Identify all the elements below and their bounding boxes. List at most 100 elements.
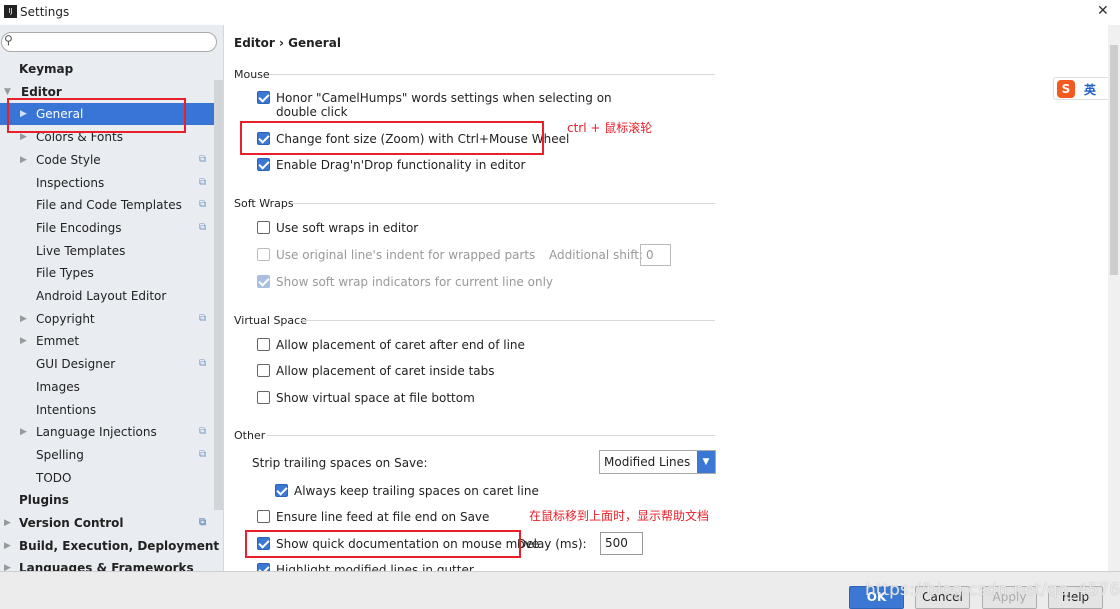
chevron-right-icon[interactable]: ▶	[20, 330, 27, 352]
sidebar-item-label: Plugins	[19, 493, 69, 508]
breadcrumb-separator: ›	[279, 36, 284, 50]
divider	[301, 320, 715, 321]
chevron-right-icon[interactable]: ▶	[20, 308, 27, 330]
title-bar: IJ Settings ✕	[0, 0, 1120, 25]
checkbox-label: Show soft wrap indicators for current li…	[276, 275, 554, 289]
annotation-box-zoom	[240, 121, 544, 155]
breadcrumb-parent[interactable]: Editor	[234, 36, 275, 50]
chevron-right-icon[interactable]: ▶	[4, 512, 11, 534]
delay-input[interactable]: 500	[600, 532, 643, 555]
search-input[interactable]	[18, 34, 208, 50]
search-field[interactable]: ⚲	[1, 32, 217, 52]
caret-inside-tabs-checkbox[interactable]: Allow placement of caret inside tabs	[257, 364, 495, 378]
checkbox-label: Use original line's indent for wrapped p…	[276, 248, 536, 262]
checkbox-box[interactable]	[257, 221, 270, 234]
sidebar-item-label: Version Control	[19, 516, 124, 530]
original-indent-checkbox[interactable]: Use original line's indent for wrapped p…	[257, 248, 535, 262]
sidebar-item-file-types[interactable]: File Types	[0, 262, 214, 284]
delay-label: Delay (ms):	[517, 537, 587, 551]
window-title: Settings	[20, 5, 70, 19]
sidebar-item-live-templates[interactable]: Live Templates	[0, 240, 214, 262]
sidebar-item-label: Inspections	[36, 175, 105, 190]
additional-shift-label: Additional shift:	[549, 248, 644, 262]
chevron-right-icon[interactable]: ▶	[4, 535, 11, 557]
project-settings-icon: ⧉	[199, 221, 207, 233]
checkbox-label: double click	[276, 105, 348, 119]
sidebar-item-label: Emmet	[36, 334, 80, 349]
sidebar-item-spelling[interactable]: Spelling ⧉	[0, 444, 214, 466]
chevron-right-icon[interactable]: ▶	[20, 421, 27, 443]
checkbox-box[interactable]	[257, 364, 270, 377]
sidebar-item-build-execution-deployment[interactable]: ▶ Build, Execution, Deployment	[0, 535, 219, 557]
project-settings-icon: ⧉	[199, 153, 207, 165]
caret-after-end-checkbox[interactable]: Allow placement of caret after end of li…	[257, 338, 525, 352]
checkbox-box[interactable]	[257, 248, 270, 261]
virtual-space-bottom-checkbox[interactable]: Show virtual space at file bottom	[257, 391, 475, 405]
sidebar-item-file-encodings[interactable]: File Encodings ⧉	[0, 217, 214, 239]
sidebar-item-label: Build, Execution, Deployment	[19, 538, 220, 553]
checkbox-label: Always keep trailing spaces on caret lin…	[294, 484, 539, 498]
checkbox-box[interactable]	[257, 510, 270, 523]
checkbox-box[interactable]	[257, 158, 270, 171]
watermark: https://blog.csdn.net/qq_45765882	[865, 580, 1120, 600]
section-virtual-space: Virtual Space	[234, 314, 307, 327]
checkbox-box[interactable]	[275, 484, 288, 497]
sidebar-item-todo[interactable]: TODO	[0, 467, 214, 489]
checkbox-box[interactable]	[257, 391, 270, 404]
checkbox-box[interactable]	[257, 338, 270, 351]
project-settings-icon: ⧉	[199, 199, 207, 211]
sidebar-item-intentions[interactable]: Intentions	[0, 399, 214, 421]
chevron-down-icon[interactable]: ▼	[697, 451, 715, 473]
sidebar-item-label: Languages & Frameworks	[19, 561, 194, 571]
checkbox-label: Ensure line feed at file end on Save	[276, 510, 490, 524]
sidebar-item-code-style[interactable]: ▶ Code Style ⧉	[0, 149, 214, 171]
sidebar-item-label: Intentions	[36, 402, 97, 417]
sidebar-item-label: Keymap	[19, 62, 74, 76]
sidebar-item-label: Images	[36, 379, 80, 394]
chevron-right-icon[interactable]: ▶	[20, 149, 27, 171]
annotation-doc-note: 在鼠标移到上面时，显示帮助文档	[529, 509, 710, 523]
close-button[interactable]: ✕	[1097, 3, 1109, 19]
sidebar-item-inspections[interactable]: Inspections ⧉	[0, 172, 214, 194]
dropdown-value: Modified Lines	[604, 455, 691, 469]
section-soft-wraps: Soft Wraps	[234, 197, 294, 210]
line-feed-checkbox[interactable]: Ensure line feed at file end on Save	[257, 510, 489, 524]
sidebar-item-languages-frameworks[interactable]: ▶ Languages & Frameworks	[0, 557, 214, 571]
ime-language: 英	[1084, 83, 1097, 97]
sidebar-item-keymap[interactable]: Keymap	[0, 58, 214, 80]
sidebar-item-images[interactable]: Images	[0, 376, 214, 398]
additional-shift-input[interactable]: 0	[640, 244, 671, 266]
sidebar-item-android-layout-editor[interactable]: Android Layout Editor	[0, 285, 214, 307]
content-scrollbar[interactable]	[1108, 25, 1120, 571]
strip-spaces-dropdown[interactable]: Modified Lines ▼	[599, 450, 716, 474]
checkbox-label: Use soft wraps in editor	[276, 221, 419, 235]
checkbox-box[interactable]	[257, 91, 270, 104]
sidebar-item-label: Language Injections	[36, 425, 157, 440]
chevron-right-icon[interactable]: ▶	[4, 557, 11, 571]
sidebar-item-emmet[interactable]: ▶ Emmet	[0, 330, 214, 352]
soft-wraps-checkbox[interactable]: Use soft wraps in editor	[257, 221, 418, 235]
sidebar-item-file-and-code-templates[interactable]: File and Code Templates ⧉	[0, 194, 214, 216]
sidebar-item-gui-designer[interactable]: GUI Designer ⧉	[0, 353, 214, 375]
divider	[291, 203, 715, 204]
project-settings-icon: ⧉	[199, 312, 207, 324]
annotation-box-general	[7, 98, 186, 133]
project-settings-icon: ⧉	[199, 448, 207, 460]
sidebar-item-version-control[interactable]: ▶ Version Control ⧉	[0, 512, 214, 534]
project-settings-icon: ⧉	[199, 517, 207, 528]
sidebar-item-language-injections[interactable]: ▶ Language Injections ⧉	[0, 421, 214, 443]
keep-trailing-checkbox[interactable]: Always keep trailing spaces on caret lin…	[275, 484, 539, 498]
settings-content: Editor › General Mouse Soft Wraps Virtua…	[225, 25, 1108, 577]
breadcrumb-current: General	[288, 36, 341, 50]
soft-wrap-indicators-checkbox[interactable]: Show soft wrap indicators for current li…	[257, 275, 553, 289]
sidebar-scrollbar[interactable]	[214, 80, 223, 510]
drag-drop-checkbox[interactable]: Enable Drag'n'Drop functionality in edit…	[257, 158, 525, 172]
sidebar-item-plugins[interactable]: Plugins	[0, 489, 214, 511]
camel-humps-checkbox[interactable]: Honor "CamelHumps" words settings when s…	[257, 91, 612, 119]
sidebar-item-label: Android Layout Editor	[36, 289, 167, 303]
strip-spaces-label: Strip trailing spaces on Save:	[252, 456, 428, 470]
section-other: Other	[234, 429, 266, 442]
checkbox-box[interactable]	[257, 275, 270, 288]
sidebar-item-copyright[interactable]: ▶ Copyright ⧉	[0, 308, 214, 330]
app-icon: IJ	[4, 5, 17, 18]
